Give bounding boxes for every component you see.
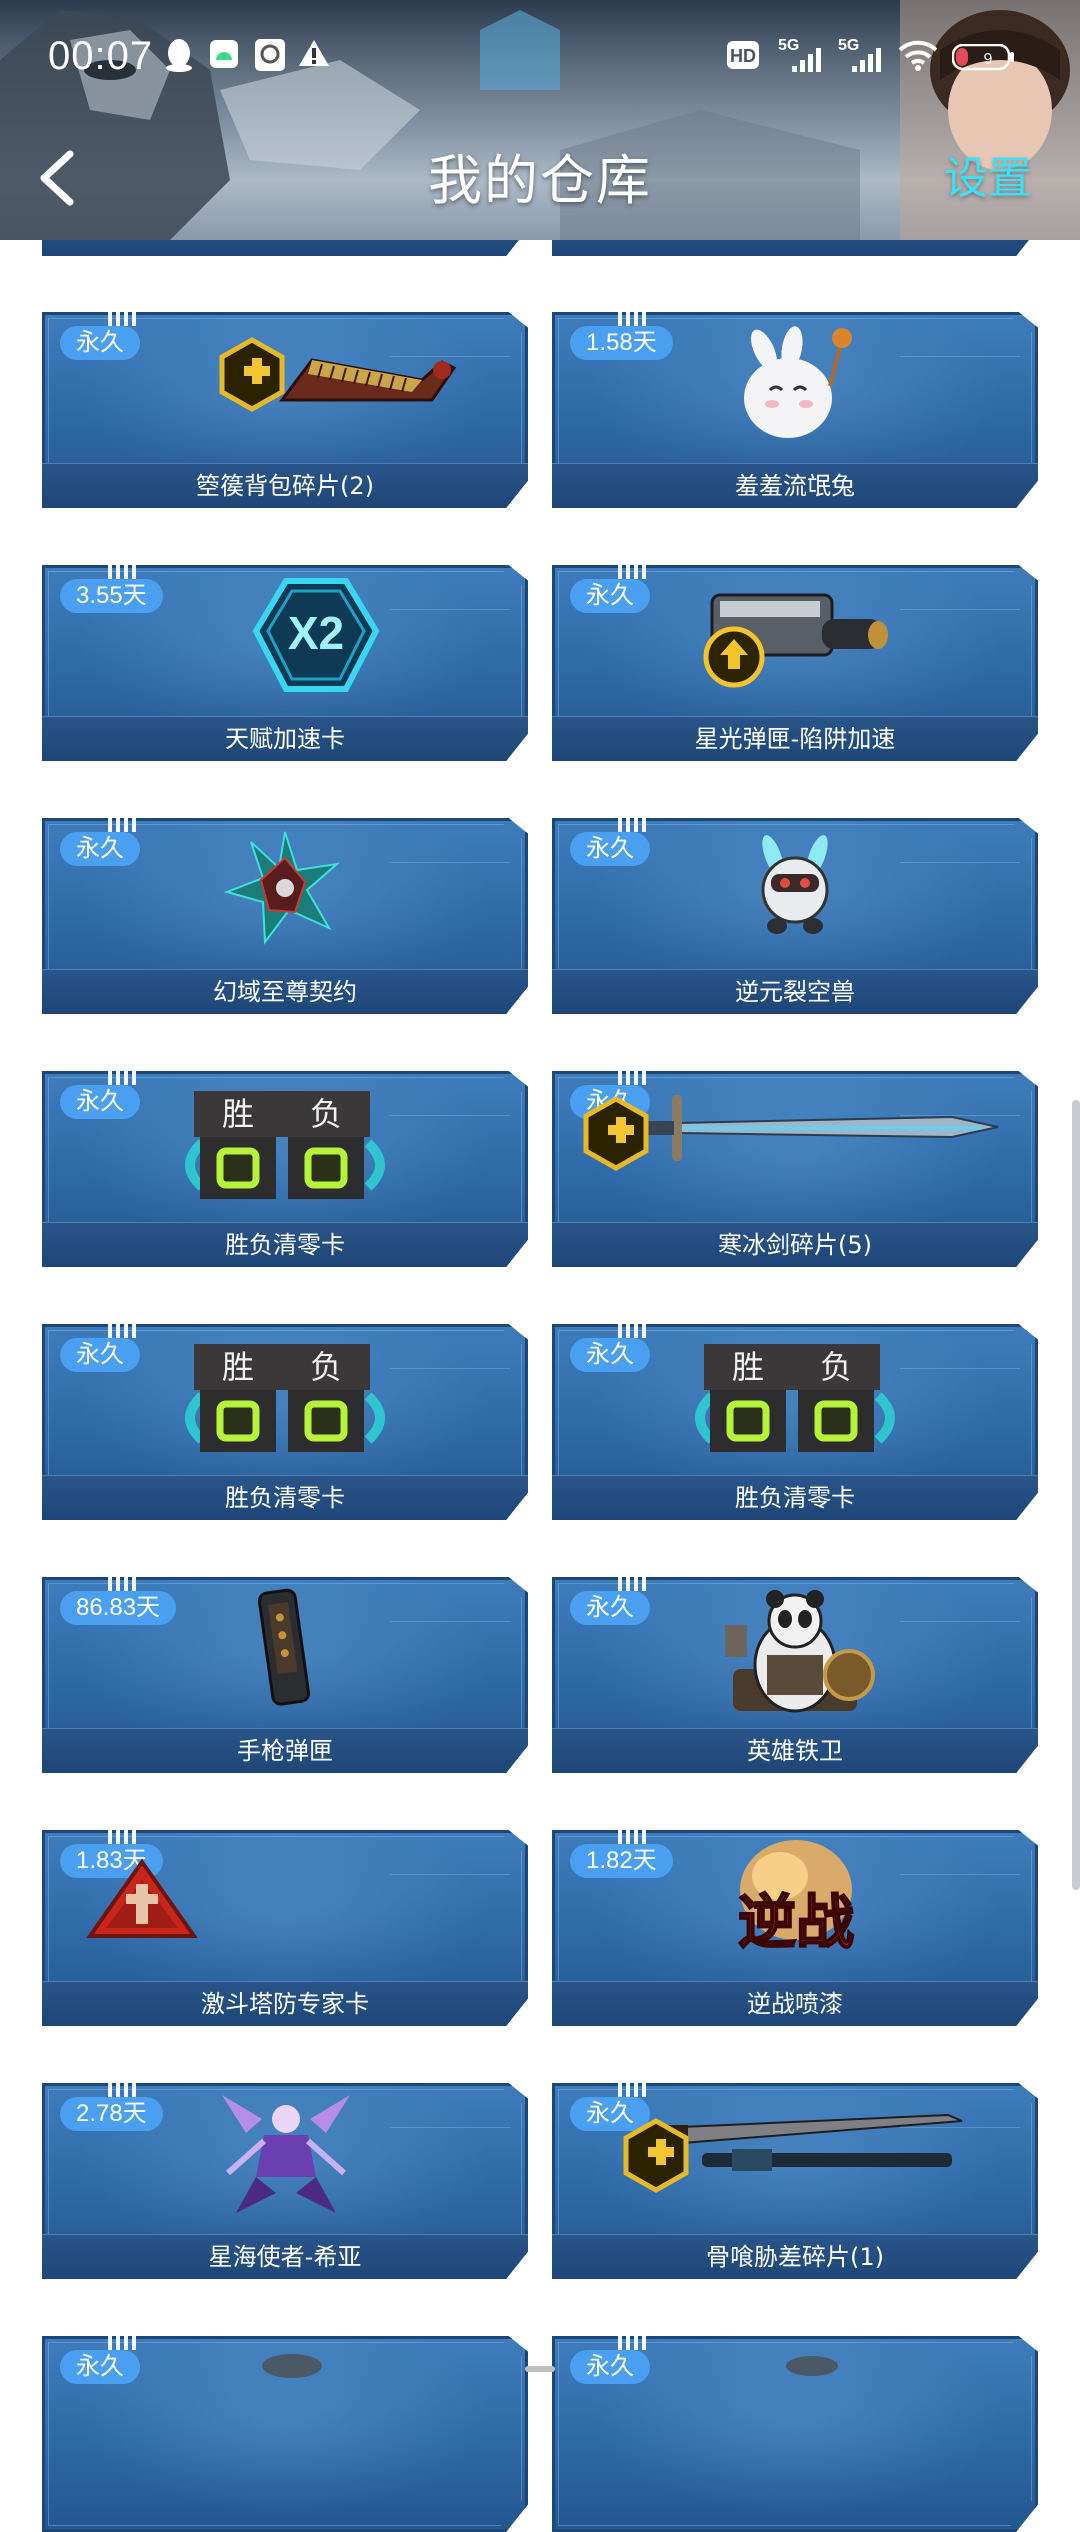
inventory-card[interactable]: 1.82天 逆战 逆战喷漆 xyxy=(552,1830,1038,2026)
home-indicator[interactable] xyxy=(525,2366,555,2372)
inventory-card[interactable]: 永久 骨喰胁差碎片(1) xyxy=(552,2083,1038,2279)
item-name: 箜篌背包碎片(2) xyxy=(196,472,374,500)
warning-icon xyxy=(299,40,329,66)
svg-text:胜: 胜 xyxy=(732,1348,764,1386)
inventory-card[interactable]: 永久 xyxy=(552,2336,1038,2532)
item-name: 寒冰剑碎片(5) xyxy=(718,1231,872,1259)
svg-text:负: 负 xyxy=(310,1348,342,1386)
item-name: 星光弹匣-陷阱加速 xyxy=(694,725,896,753)
item-name: 逆元裂空兽 xyxy=(735,978,855,1006)
navigation-bar: 我的仓库 设置 xyxy=(0,120,1080,240)
item-name: 胜负清零卡 xyxy=(225,1231,345,1259)
svg-text:逆战: 逆战 xyxy=(738,1888,854,1956)
inventory-card[interactable]: 永久 幻域至尊契约 xyxy=(42,818,528,1014)
svg-text:5G: 5G xyxy=(838,37,859,54)
inventory-card[interactable]: 永久 逆元裂空兽 xyxy=(552,818,1038,1014)
svg-text:负: 负 xyxy=(820,1348,852,1386)
signal-5g-icon: 5G xyxy=(778,37,821,72)
item-name: 天赋加速卡 xyxy=(225,725,345,753)
scrollbar[interactable] xyxy=(1072,1100,1080,1890)
svg-text:5G: 5G xyxy=(778,37,799,54)
item-name: 幻域至尊契约 xyxy=(213,978,357,1006)
item-name: 英雄铁卫 xyxy=(747,1737,843,1765)
clock: 00:07 xyxy=(48,34,154,78)
item-name: 胜负清零卡 xyxy=(225,1484,345,1512)
inventory-grid: 永久 箜篌背包碎片(2) 1.58天 羞羞流氓兔 3.55天 X2 天赋加速卡 … xyxy=(0,0,1080,2532)
hd-icon: HD xyxy=(727,41,759,69)
app-notification-icon xyxy=(255,39,285,71)
inventory-card[interactable]: 永久 星光弹匣-陷阱加速 xyxy=(552,565,1038,761)
item-name: 骨喰胁差碎片(1) xyxy=(706,2243,884,2271)
inventory-card[interactable]: 永久 胜 负 胜负清零卡 xyxy=(42,1071,528,1267)
partial-item-icon xyxy=(786,2356,838,2376)
item-name: 逆战喷漆 xyxy=(747,1990,843,2018)
page-title: 我的仓库 xyxy=(428,149,652,212)
android-icon xyxy=(210,40,238,68)
inventory-card[interactable]: 永久 寒冰剑碎片(5) xyxy=(552,1071,1038,1267)
svg-text:9: 9 xyxy=(984,51,993,68)
inventory-card[interactable]: 1.58天 羞羞流氓兔 xyxy=(552,312,1038,508)
item-name: 激斗塔防专家卡 xyxy=(201,1990,369,2018)
svg-text:负: 负 xyxy=(310,1095,342,1133)
item-name: 星海使者-希亚 xyxy=(208,2243,362,2271)
svg-text:胜: 胜 xyxy=(222,1095,254,1133)
inventory-card[interactable]: 永久 英雄铁卫 xyxy=(552,1577,1038,1773)
inventory-card[interactable]: 2.78天 星海使者-希亚 xyxy=(42,2083,528,2279)
inventory-card[interactable]: 1.83天 激斗塔防专家卡 xyxy=(42,1830,528,2026)
svg-text:胜: 胜 xyxy=(222,1348,254,1386)
qq-icon xyxy=(166,39,192,72)
wifi-icon xyxy=(898,40,938,71)
battery-icon: 9 xyxy=(952,44,1014,71)
settings-button[interactable]: 设置 xyxy=(944,142,1032,206)
inventory-card[interactable]: 3.55天 X2 天赋加速卡 xyxy=(42,565,528,761)
inventory-card[interactable]: 永久 xyxy=(42,2336,528,2532)
status-bar: 00:07 HD 5G 5G 9 xyxy=(0,0,1080,120)
inventory-card[interactable]: 永久 胜 负 胜负清零卡 xyxy=(552,1324,1038,1520)
item-name: 羞羞流氓兔 xyxy=(735,472,855,500)
inventory-card[interactable]: 86.83天 手枪弹匣 xyxy=(42,1577,528,1773)
item-name: 手枪弹匣 xyxy=(237,1737,333,1765)
item-name: 胜负清零卡 xyxy=(735,1484,855,1512)
inventory-card[interactable]: 永久 胜 负 胜负清零卡 xyxy=(42,1324,528,1520)
inventory-card[interactable]: 永久 箜篌背包碎片(2) xyxy=(42,312,528,508)
svg-text:HD: HD xyxy=(730,46,756,66)
partial-item-icon xyxy=(262,2354,322,2378)
svg-text:X2: X2 xyxy=(288,607,344,659)
signal-5g-icon: 5G xyxy=(838,37,881,72)
app-header: 00:07 HD 5G 5G 9 我的仓库 设置 xyxy=(0,0,1080,240)
